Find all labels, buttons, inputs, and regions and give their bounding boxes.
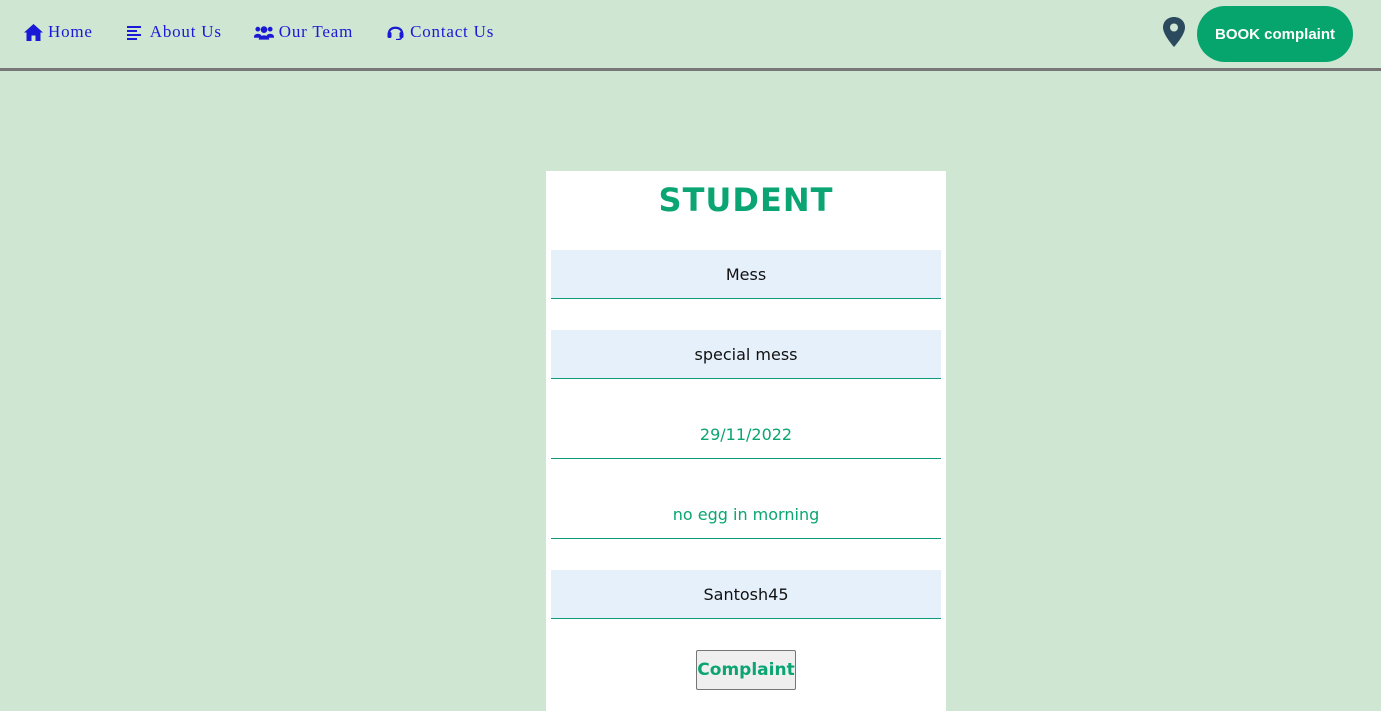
description-field[interactable]: no egg in morning: [551, 490, 941, 539]
nav-about-link[interactable]: About Us: [125, 22, 222, 42]
nav-team-link[interactable]: Our Team: [253, 22, 354, 42]
nav-links: Home About Us Our Team Contact Us: [23, 22, 526, 42]
align-left-icon: [125, 22, 145, 42]
nav-home-link[interactable]: Home: [23, 22, 93, 42]
category-field[interactable]: Mess: [551, 250, 941, 299]
form-title: STUDENT: [658, 181, 834, 219]
nav-contact-link[interactable]: Contact Us: [385, 22, 494, 42]
student-complaint-form: STUDENT Mess special mess 29/11/2022 no …: [546, 171, 946, 711]
nav-team-label: Our Team: [278, 22, 354, 41]
complaint-submit-button[interactable]: Complaint: [696, 650, 796, 690]
nav-home-label: Home: [48, 22, 93, 41]
top-navbar: Home About Us Our Team Contact Us BOOK c…: [0, 0, 1381, 71]
home-icon: [23, 22, 43, 42]
nav-contact-label: Contact Us: [410, 22, 495, 41]
headset-icon: [385, 22, 405, 42]
date-field[interactable]: 29/11/2022: [551, 410, 941, 459]
book-complaint-button[interactable]: BOOK complaint: [1197, 6, 1353, 62]
sub-category-field[interactable]: special mess: [551, 330, 941, 379]
users-icon: [253, 22, 274, 42]
username-field[interactable]: Santosh45: [551, 570, 941, 619]
nav-about-label: About Us: [149, 22, 222, 41]
map-pin-icon[interactable]: [1160, 16, 1188, 48]
